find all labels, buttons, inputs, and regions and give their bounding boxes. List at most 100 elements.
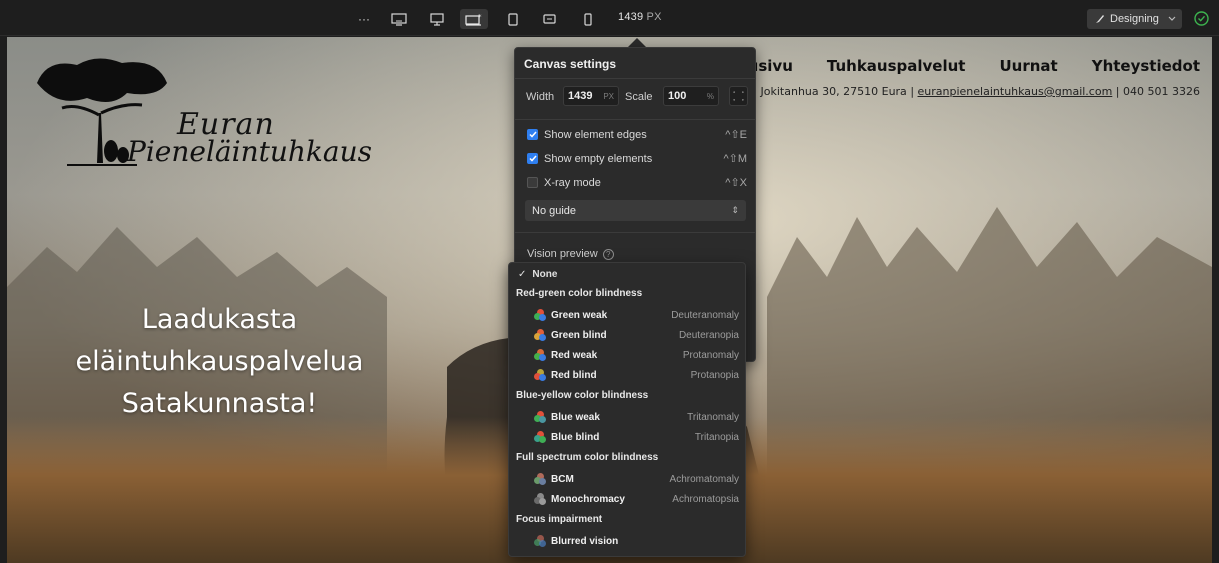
width-input[interactable]: 1439 PX [563, 86, 619, 106]
vision-option-red-blind[interactable]: Red blind Protanopia [509, 366, 745, 384]
group-heading: Full spectrum color blindness [516, 451, 659, 463]
base-breakpoint-icon[interactable]: * [460, 9, 488, 29]
scale-label: Scale [625, 91, 653, 103]
option-name: Blurred vision [551, 535, 619, 547]
more-options-button[interactable]: ··· [356, 9, 372, 29]
brush-icon [1096, 15, 1104, 23]
option-name: Blue weak [551, 411, 600, 423]
vision-option-blue-blind[interactable]: Blue blind Tritanopia [509, 428, 745, 446]
vision-preview-text: Vision preview [527, 248, 598, 260]
protanomaly-icon [534, 349, 546, 361]
contact-address: Jokitanhua 30, 27510 Eura [760, 85, 907, 98]
hero-heading: Laadukasta eläintuhkauspalvelua Satakunn… [47, 299, 392, 425]
show-empty-elements-option[interactable]: Show empty elements ^⇧M [527, 152, 747, 165]
divider [515, 78, 755, 79]
group-heading: Focus impairment [516, 513, 603, 525]
contact-phone: 040 501 3326 [1123, 85, 1200, 98]
option-label: Show element edges [544, 128, 647, 141]
option-label: Show empty elements [544, 152, 653, 165]
check-icon: ✓ [518, 268, 527, 280]
popover-caret [628, 38, 646, 47]
mode-label: Designing [1110, 13, 1159, 25]
checkbox-show-empty-elements[interactable] [527, 153, 538, 164]
vision-option-monochromacy[interactable]: Monochromacy Achromatopsia [509, 490, 745, 508]
option-shortcut: ^⇧E [725, 129, 747, 141]
published-check-icon[interactable] [1193, 10, 1210, 27]
hero-line: eläintuhkauspalvelua [75, 346, 364, 377]
chevron-down-icon [1168, 16, 1176, 21]
show-element-edges-option[interactable]: Show element edges ^⇧E [527, 128, 747, 141]
protanopia-icon [534, 369, 546, 381]
achromatopsia-icon [534, 493, 546, 505]
select-arrows-icon: ⇕ [731, 205, 739, 215]
vision-option-blue-weak[interactable]: Blue weak Tritanomaly [509, 408, 745, 426]
contact-separator: | [1115, 85, 1120, 98]
vision-option-green-blind[interactable]: Green blind Deuteranopia [509, 326, 745, 344]
divider [515, 119, 755, 120]
option-name: BCM [551, 473, 574, 485]
top-toolbar: ··· * 1439 PX Designing [0, 0, 1219, 36]
tablet-breakpoint-icon[interactable] [506, 9, 520, 29]
reset-scale-button[interactable] [729, 86, 748, 106]
vision-option-red-weak[interactable]: Red weak Protanomaly [509, 346, 745, 364]
option-term: Achromatopsia [672, 493, 739, 505]
vision-option-bcm[interactable]: BCM Achromatomaly [509, 470, 745, 488]
option-label: None [532, 268, 558, 280]
mobile-portrait-breakpoint-icon[interactable] [582, 9, 594, 29]
option-term: Tritanopia [694, 431, 739, 443]
option-term: Protanomaly [682, 349, 739, 361]
checkbox-x-ray-mode[interactable] [527, 177, 538, 188]
width-label: Width [526, 91, 555, 103]
svg-text:*: * [478, 13, 482, 21]
option-name: Red weak [551, 349, 598, 361]
achromatomaly-icon [534, 473, 546, 485]
option-name: Green blind [551, 329, 607, 341]
nav-link-uurnat[interactable]: Uurnat [999, 57, 1057, 75]
tritanomaly-icon [534, 411, 546, 423]
option-shortcut: ^⇧M [723, 153, 747, 165]
option-name: Monochromacy [551, 493, 625, 505]
fit-icon [733, 91, 744, 101]
designing-mode-dropdown[interactable]: Designing [1087, 9, 1182, 29]
divider [515, 232, 755, 233]
contact-email-link[interactable]: euranpienelaintuhkaus@gmail.com [918, 85, 1113, 98]
tritanopia-icon [534, 431, 546, 443]
width-input-unit: PX [603, 91, 614, 101]
option-label: X-ray mode [544, 176, 601, 189]
group-heading: Red-green color blindness [516, 287, 643, 299]
group-heading: Blue-yellow color blindness [516, 389, 649, 401]
option-term: Protanopia [690, 369, 739, 381]
option-term: Deuteranomaly [671, 309, 739, 321]
deuteranomaly-icon [534, 309, 546, 321]
hero-line: Satakunnasta! [121, 388, 318, 419]
x-ray-mode-option[interactable]: X-ray mode ^⇧X [527, 176, 747, 189]
panel-title: Canvas settings [524, 57, 617, 71]
desktop-large-breakpoint-icon[interactable] [388, 9, 410, 29]
option-term: Deuteranopia [678, 329, 739, 341]
contact-separator: | [910, 85, 915, 98]
option-name: Red blind [551, 369, 597, 381]
vision-preview-label: Vision preview ? [527, 248, 614, 260]
vision-option-blurred-vision[interactable]: Blurred vision [509, 532, 745, 550]
nav-link-yhteystiedot[interactable]: Yhteystiedot [1092, 57, 1200, 75]
logo-wordmark-line2[interactable]: Pieneläintuhkaus [127, 135, 372, 168]
canvas-width-value: 1439 [618, 11, 644, 23]
option-name: Green weak [551, 309, 608, 321]
scale-input[interactable]: 100 % [663, 86, 719, 106]
checkbox-show-element-edges[interactable] [527, 129, 538, 140]
mobile-landscape-breakpoint-icon[interactable] [540, 9, 558, 29]
desktop-breakpoint-icon[interactable] [427, 9, 447, 29]
option-term: Achromatomaly [669, 473, 739, 485]
canvas-width-readout[interactable]: 1439 PX [618, 11, 662, 23]
contact-line: Jokitanhua 30, 27510 Eura | euranpienela… [761, 85, 1200, 98]
scale-input-value: 100 [668, 90, 687, 102]
scale-input-unit: % [706, 91, 714, 101]
vision-option-green-weak[interactable]: Green weak Deuteranomaly [509, 306, 745, 324]
nav-link-tuhkauspalvelut[interactable]: Tuhkauspalvelut [827, 57, 966, 75]
vision-option-none[interactable]: ✓ None [509, 265, 745, 283]
canvas-width-unit: PX [646, 11, 662, 23]
blurred-vision-icon [534, 535, 546, 547]
width-input-value: 1439 [568, 90, 593, 102]
guide-select[interactable]: No guide ⇕ [525, 200, 746, 221]
help-icon[interactable]: ? [602, 248, 614, 260]
